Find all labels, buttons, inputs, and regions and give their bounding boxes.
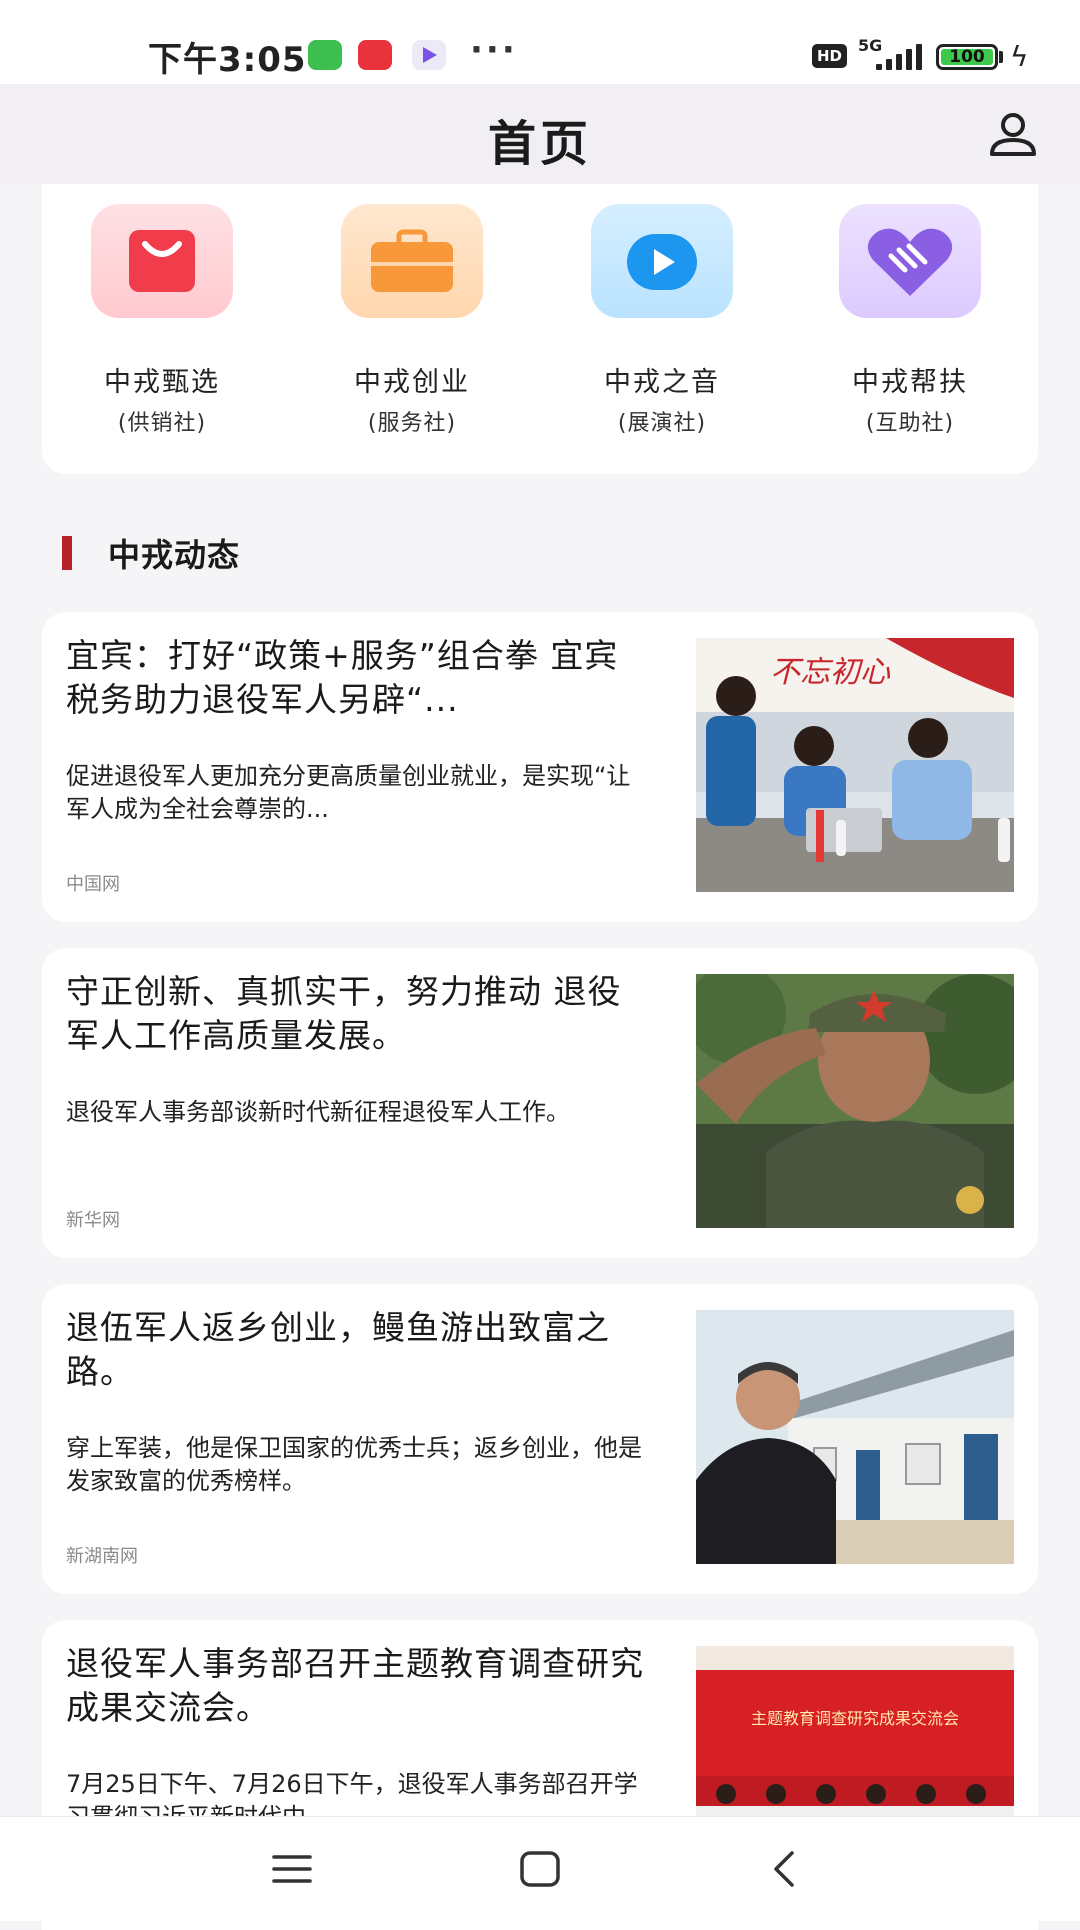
quick-link-sub: (服务社) [367, 411, 457, 436]
news-app-notification-icon [358, 40, 392, 70]
news-title: 宜宾：打好“政策+服务”组合拳 宜宾税务助力退役军人另辟“... [66, 636, 619, 719]
app-header: 首页 [0, 84, 1080, 184]
battery-tip [999, 51, 1003, 63]
battery-level: 100 [941, 49, 993, 66]
quick-link-sub: (展演社) [617, 411, 707, 436]
back-icon[interactable] [756, 1843, 816, 1895]
quick-link-voice[interactable]: 中戎之音 (展演社) [542, 204, 782, 437]
system-navigation-bar [0, 1816, 1080, 1921]
quick-link-name: 中戎帮扶 [852, 367, 968, 398]
news-source: 新华网 [66, 1210, 120, 1231]
news-title: 退役军人事务部召开主题教育调查研究成果交流会。 [66, 1644, 644, 1727]
video-play-icon [591, 204, 733, 318]
news-card[interactable]: 守正创新、真抓实干，努力推动 退役军人工作高质量发展。 退役军人事务部谈新时代新… [42, 948, 1038, 1258]
news-card[interactable]: 宜宾：打好“政策+服务”组合拳 宜宾税务助力退役军人另辟“... 促进退役军人更… [42, 612, 1038, 922]
news-summary: 促进退役军人更加充分更高质量创业就业，是实现“让军人成为全社会尊崇的... [66, 762, 631, 823]
quick-link-sub: (供销社) [117, 411, 207, 436]
news-card[interactable]: 退伍军人返乡创业，鳗鱼游出致富之路。 穿上军装，他是保卫国家的优秀士兵；返乡创业… [42, 1284, 1038, 1594]
more-notifications-icon: ··· [470, 30, 518, 70]
quick-link-name: 中戎之音 [604, 367, 720, 398]
quick-link-name: 中戎甄选 [104, 367, 220, 398]
page-title: 首页 [487, 116, 592, 172]
news-thumbnail [696, 974, 1014, 1228]
hd-voice-icon: HD [812, 44, 848, 68]
user-profile-icon[interactable] [988, 112, 1038, 158]
wechat-notification-icon [308, 40, 342, 70]
news-image-caption: 主题教育调查研究成果交流会 [751, 1709, 959, 1728]
quick-link-name: 中戎创业 [354, 367, 470, 398]
menu-icon[interactable] [262, 1843, 322, 1895]
news-title: 退伍军人返乡创业，鳗鱼游出致富之路。 [66, 1308, 610, 1391]
signal-strength-icon [876, 44, 924, 70]
home-icon[interactable] [510, 1843, 570, 1895]
quick-link-sub: (互助社) [865, 411, 955, 436]
news-image-caption: 不忘初心 [770, 655, 891, 690]
video-app-notification-icon [412, 40, 446, 70]
news-summary: 退役军人事务部谈新时代新征程退役军人工作。 [66, 1098, 570, 1126]
section-title: 中戎动态 [108, 536, 241, 574]
quick-link-help[interactable]: 中戎帮扶 (互助社) [790, 204, 1030, 437]
news-source: 中国网 [66, 874, 120, 895]
news-summary: 穿上军装，他是保卫国家的优秀士兵；返乡创业，他是发家致富的优秀榜样。 [66, 1434, 642, 1495]
quick-links-card: 中戎甄选 (供销社) 中戎创业 (服务社) 中戎之音 (展演社) 中戎帮扶 (互… [42, 184, 1038, 474]
status-time: 下午3:05 [148, 40, 307, 80]
news-source: 新湖南网 [66, 1546, 138, 1567]
charging-icon: ϟ [1010, 40, 1029, 73]
shopping-bag-icon [91, 204, 233, 318]
quick-link-startup[interactable]: 中戎创业 (服务社) [292, 204, 532, 437]
news-thumbnail: 不忘初心 [696, 638, 1014, 892]
briefcase-icon [341, 204, 483, 318]
quick-link-shop[interactable]: 中戎甄选 (供销社) [42, 204, 282, 437]
handshake-heart-icon [839, 204, 981, 318]
battery-icon: 100 [936, 44, 998, 70]
news-title: 守正创新、真抓实干，努力推动 退役军人工作高质量发展。 [66, 972, 622, 1055]
status-bar: 下午3:05 ··· HD 5G 100 ϟ [0, 0, 1080, 84]
news-thumbnail [696, 1310, 1014, 1564]
section-accent-bar [62, 536, 72, 570]
